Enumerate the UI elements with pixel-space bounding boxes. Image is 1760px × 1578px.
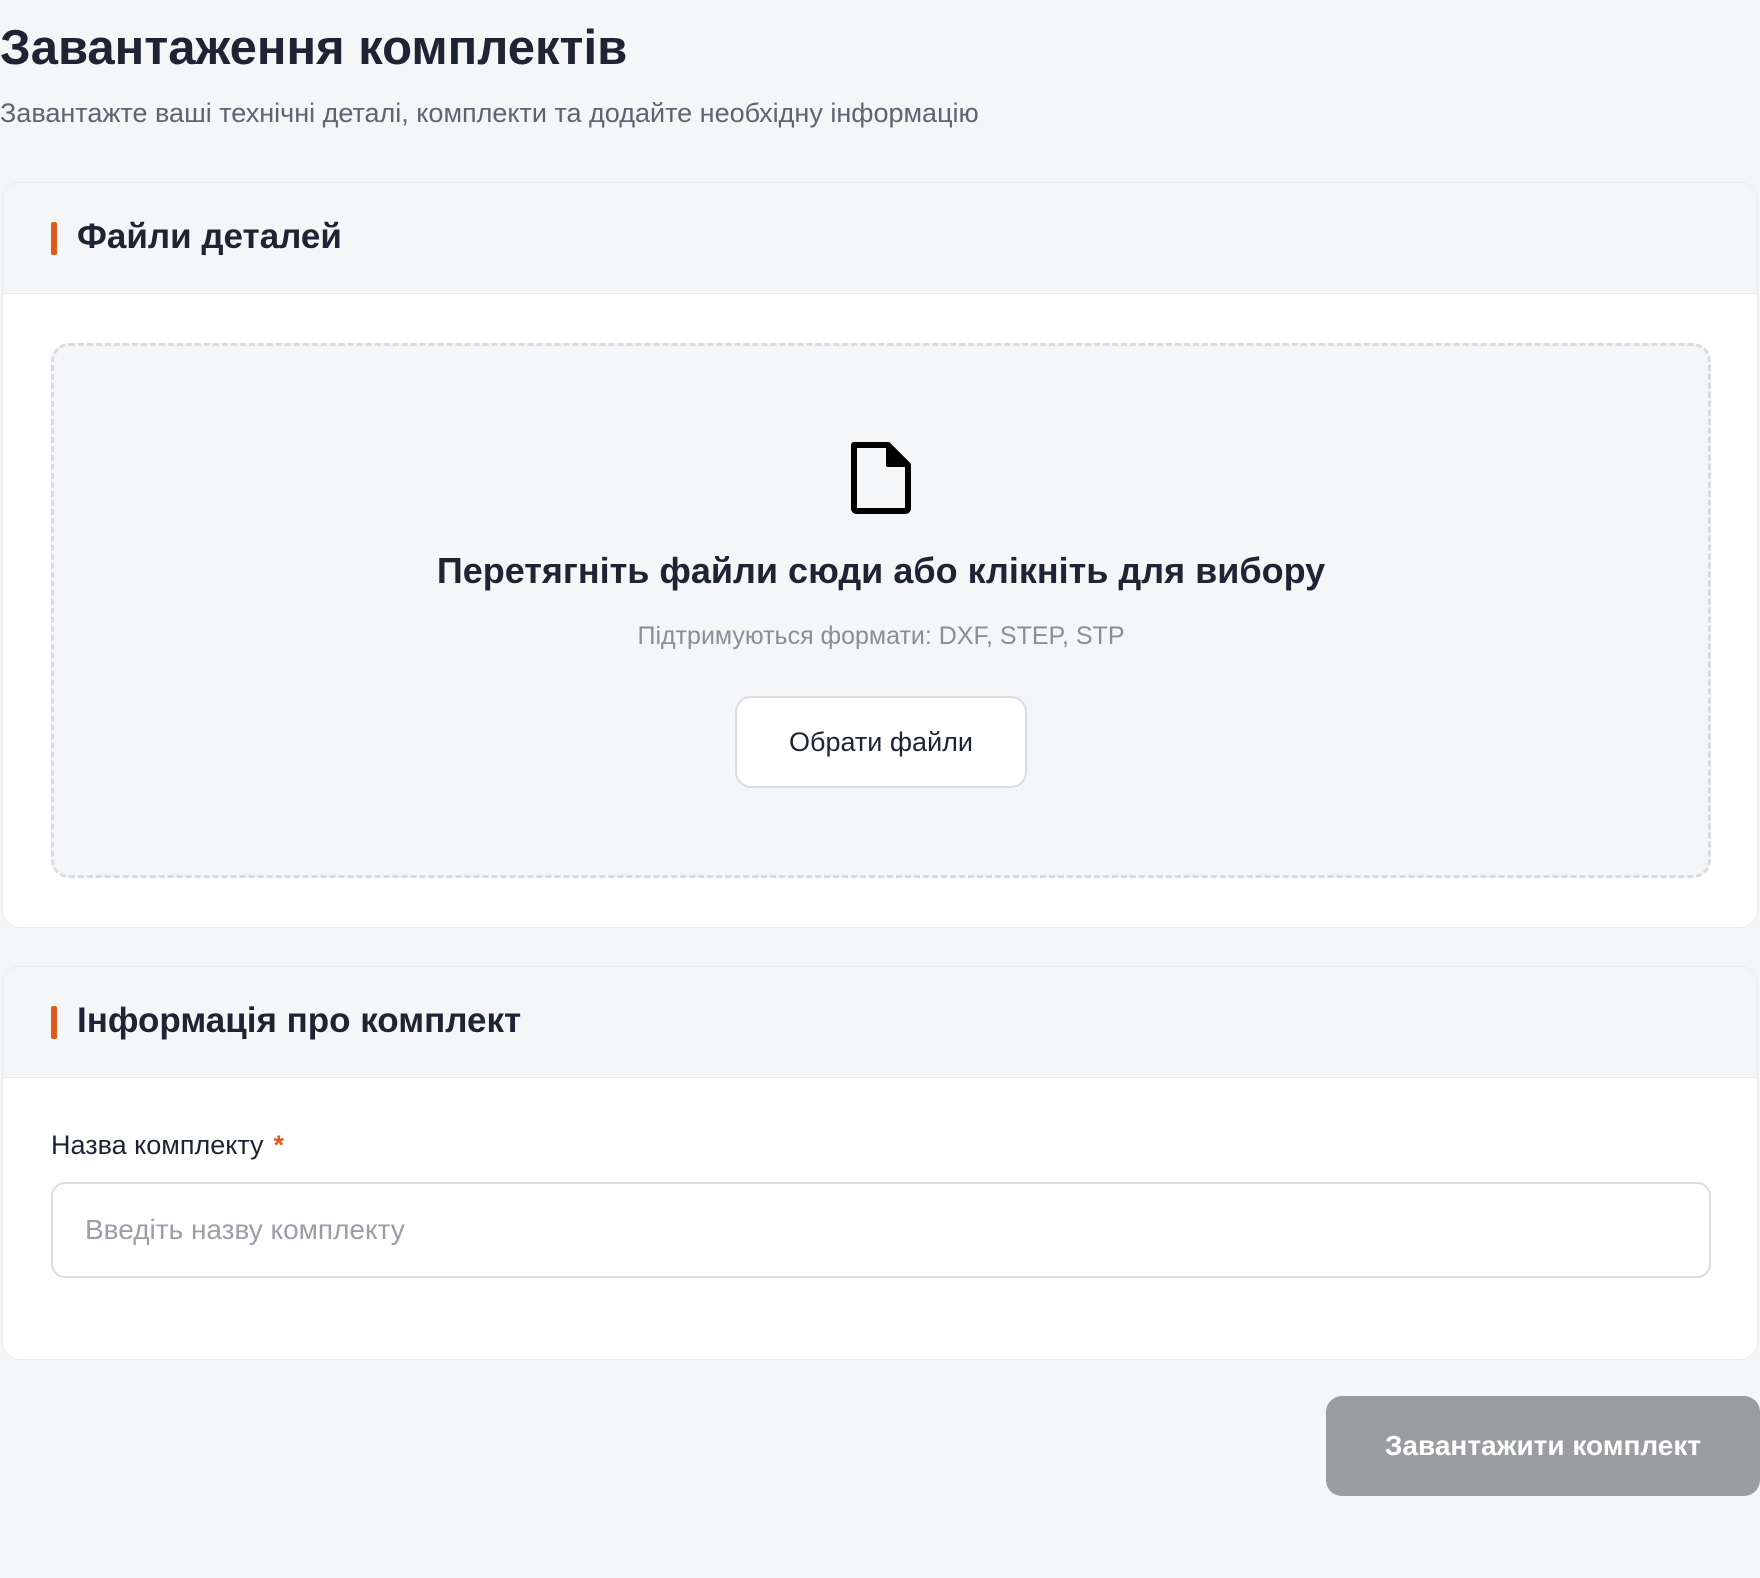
page-subtitle: Завантажте ваші технічні деталі, комплек… — [0, 98, 979, 128]
section-accent-bar — [51, 222, 57, 255]
required-marker: * — [273, 1130, 285, 1160]
file-icon — [851, 442, 911, 514]
kit-info-section-title: Інформація про комплект — [77, 1001, 522, 1040]
kit-name-input[interactable] — [51, 1182, 1711, 1278]
file-dropzone[interactable]: Перетягніть файли сюди або клікніть для … — [51, 343, 1711, 878]
files-section-card: Файли деталей Перетягніть файли сюди або… — [2, 182, 1758, 928]
kit-name-label-text: Назва комплекту — [51, 1130, 264, 1160]
files-section-title: Файли деталей — [77, 217, 342, 256]
upload-kit-button[interactable]: Завантажити комплект — [1326, 1396, 1760, 1496]
supported-formats-text: Підтримуються формати: DXF, STEP, STP — [637, 622, 1125, 650]
page-title: Завантаження комплектів — [0, 21, 628, 75]
dropzone-title: Перетягніть файли сюди або клікніть для … — [436, 550, 1326, 591]
choose-files-button[interactable]: Обрати файли — [735, 696, 1027, 788]
kit-info-section-header: Інформація про комплект — [3, 967, 1757, 1078]
section-accent-bar — [51, 1006, 57, 1039]
files-section-header: Файли деталей — [3, 183, 1757, 294]
kit-info-section-card: Інформація про комплект Назва комплекту * — [2, 966, 1758, 1360]
kit-name-label: Назва комплекту * — [51, 1127, 284, 1163]
